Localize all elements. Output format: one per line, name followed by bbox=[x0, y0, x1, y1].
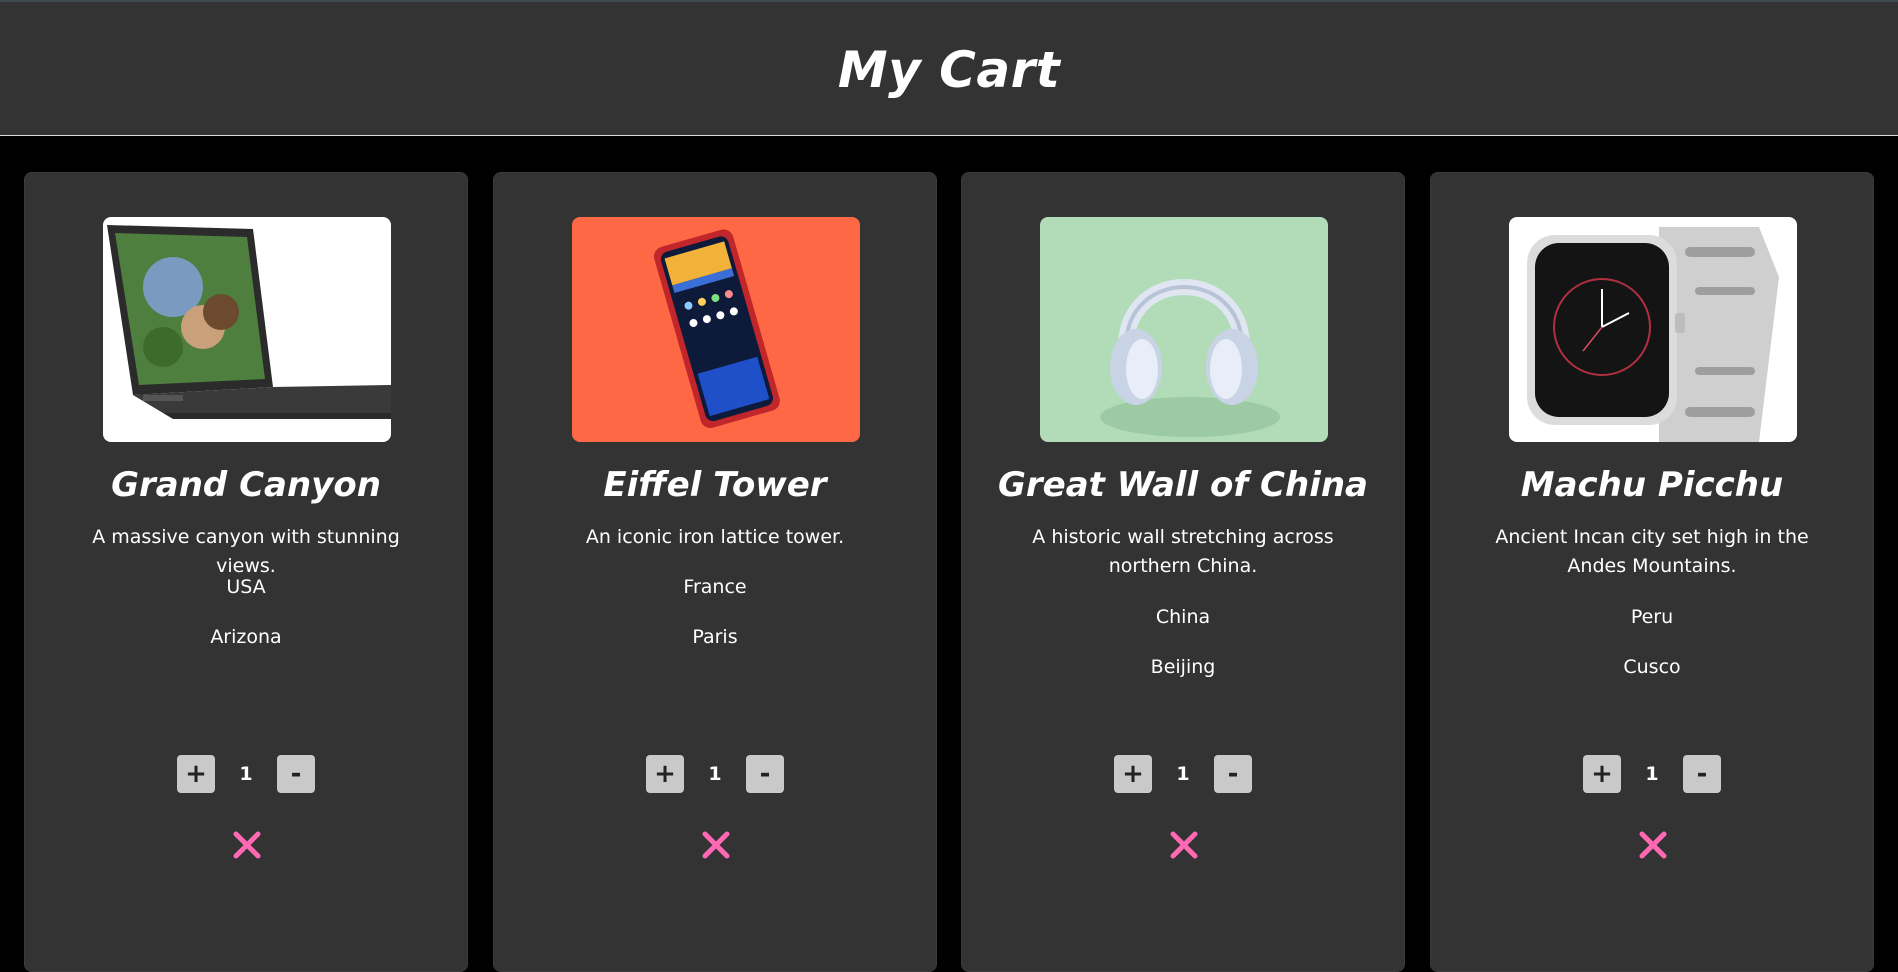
remove-icon[interactable] bbox=[1164, 825, 1204, 865]
card-region: Paris bbox=[692, 626, 738, 648]
quantity-stepper: + 1 - bbox=[962, 755, 1404, 793]
decrement-button[interactable]: - bbox=[746, 755, 784, 793]
card-country: USA bbox=[226, 576, 266, 598]
card-title: Machu Picchu bbox=[1520, 465, 1784, 505]
increment-button[interactable]: + bbox=[1583, 755, 1621, 793]
remove-icon[interactable] bbox=[227, 825, 267, 865]
quantity-stepper: + 1 - bbox=[1431, 755, 1873, 793]
decrement-button[interactable]: - bbox=[1214, 755, 1252, 793]
card-country: France bbox=[683, 576, 747, 598]
quantity-value: 1 bbox=[1176, 763, 1190, 785]
remove-icon[interactable] bbox=[696, 825, 736, 865]
cart-card: Great Wall of China A historic wall stre… bbox=[961, 172, 1405, 972]
card-title: Eiffel Tower bbox=[603, 465, 827, 505]
smartphone-image bbox=[572, 217, 860, 442]
increment-button[interactable]: + bbox=[646, 755, 684, 793]
cart-card: Grand Canyon A massive canyon with stunn… bbox=[24, 172, 468, 972]
cart-card: Eiffel Tower An iconic iron lattice towe… bbox=[493, 172, 937, 972]
card-country: Peru bbox=[1630, 606, 1674, 628]
increment-button[interactable]: + bbox=[177, 755, 215, 793]
page-header: My Cart bbox=[0, 0, 1898, 136]
card-description: Ancient Incan city set high in the Andes… bbox=[1495, 526, 1809, 577]
card-region: Cusco bbox=[1623, 656, 1681, 678]
card-title: Great Wall of China bbox=[998, 465, 1368, 505]
quantity-value: 1 bbox=[708, 763, 722, 785]
card-region: Beijing bbox=[1150, 656, 1216, 678]
card-country: China bbox=[1155, 606, 1211, 628]
laptop-image bbox=[103, 217, 391, 442]
quantity-stepper: + 1 - bbox=[25, 755, 467, 793]
smartwatch-image bbox=[1509, 217, 1797, 442]
headphones-image bbox=[1040, 217, 1328, 442]
cart-card: Machu Picchu Ancient Incan city set high… bbox=[1430, 172, 1874, 972]
card-title: Grand Canyon bbox=[111, 465, 381, 505]
card-description: A historic wall stretching across northe… bbox=[1032, 526, 1334, 577]
page-title: My Cart bbox=[837, 41, 1061, 99]
decrement-button[interactable]: - bbox=[1683, 755, 1721, 793]
quantity-value: 1 bbox=[239, 763, 253, 785]
remove-icon[interactable] bbox=[1633, 825, 1673, 865]
decrement-button[interactable]: - bbox=[277, 755, 315, 793]
card-description: An iconic iron lattice tower. bbox=[585, 526, 845, 548]
cart-items: Grand Canyon A massive canyon with stunn… bbox=[0, 136, 1898, 972]
quantity-value: 1 bbox=[1645, 763, 1659, 785]
card-region: Arizona bbox=[210, 626, 282, 648]
quantity-stepper: + 1 - bbox=[494, 755, 936, 793]
increment-button[interactable]: + bbox=[1114, 755, 1152, 793]
